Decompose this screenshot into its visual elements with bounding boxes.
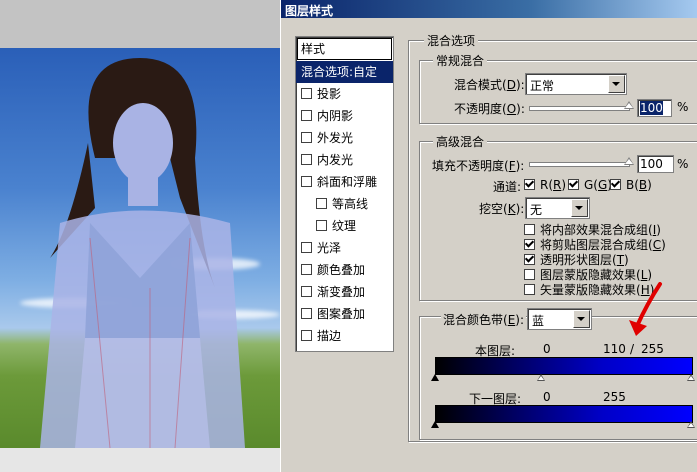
style-list-item-label: 内发光 (317, 153, 354, 167)
style-list-item[interactable]: 纹理 (296, 215, 393, 237)
general-blending-title: 常规混合 (433, 52, 488, 69)
style-list-item-label: 斜面和浮雕 (317, 175, 378, 189)
fill-opacity-input[interactable]: 100 (637, 155, 674, 173)
style-checkbox[interactable] (301, 264, 312, 275)
style-list-item-label: 纹理 (332, 219, 357, 233)
woman-figure (40, 58, 245, 448)
this-layer-low-value: 0 (543, 342, 551, 356)
style-checkbox[interactable] (316, 198, 327, 209)
style-list-item-label: 内阴影 (317, 109, 354, 123)
blend-if-channel-value: 蓝 (532, 314, 545, 328)
style-list-item[interactable]: 颜色叠加 (296, 259, 393, 281)
this-layer-separator: / (630, 342, 635, 356)
chevron-down-icon (608, 75, 625, 93)
style-checkbox[interactable] (301, 132, 312, 143)
underlying-layer-white-slider[interactable] (687, 421, 695, 428)
style-checkbox[interactable] (301, 154, 312, 165)
style-list: 样式 混合选项:自定投影内阴影外发光内发光斜面和浮雕等高线纹理光泽颜色叠加渐变叠… (295, 36, 394, 352)
style-list-item[interactable]: 混合选项:自定 (296, 61, 393, 83)
channel-checkbox[interactable]: R(R) (524, 178, 566, 192)
photo-canvas (0, 48, 280, 448)
style-list-item-label: 描边 (317, 329, 342, 343)
style-list-item-label: 图案叠加 (317, 307, 366, 321)
fill-opacity-unit: % (677, 157, 689, 171)
fill-opacity-slider-track[interactable] (529, 162, 630, 167)
style-list-item-label: 投影 (317, 87, 342, 101)
style-list-item[interactable]: 图案叠加 (296, 303, 393, 325)
this-layer-high-value-b: 255 (641, 342, 664, 356)
style-list-item-label: 渐变叠加 (317, 285, 366, 299)
knockout-label: 挖空(K): (479, 202, 525, 216)
style-list-item[interactable]: 投影 (296, 83, 393, 105)
style-checkbox[interactable] (301, 242, 312, 253)
style-list-item-label: 外发光 (317, 131, 354, 145)
style-list-item[interactable]: 外发光 (296, 127, 393, 149)
opacity-slider-track[interactable] (529, 106, 630, 111)
chevron-down-icon (571, 199, 588, 217)
opacity-unit: % (677, 100, 689, 114)
blend-mode-value: 正常 (530, 79, 555, 93)
blend-if-channel-select[interactable]: 蓝 (527, 308, 592, 330)
style-list-item[interactable]: 内发光 (296, 149, 393, 171)
style-checkbox[interactable] (301, 110, 312, 121)
underlying-layer-high-value: 255 (603, 390, 626, 404)
blend-mode-label: 混合模式(D): (454, 78, 525, 92)
opacity-input[interactable]: 100 (637, 99, 672, 117)
this-layer-gradient-bar (435, 357, 693, 375)
checkbox[interactable] (568, 179, 579, 190)
checkbox[interactable] (524, 269, 535, 280)
style-list-item[interactable]: 内阴影 (296, 105, 393, 127)
style-list-item[interactable]: 描边 (296, 325, 393, 347)
style-list-item[interactable]: 斜面和浮雕 (296, 171, 393, 193)
advanced-blending-title: 高级混合 (433, 133, 488, 150)
style-list-item[interactable]: 渐变叠加 (296, 281, 393, 303)
annotation-arrow-icon (629, 282, 662, 336)
chevron-down-icon (573, 310, 590, 328)
checkbox[interactable] (610, 179, 621, 190)
style-list-item-label: 颜色叠加 (317, 263, 366, 277)
style-checkbox[interactable] (301, 286, 312, 297)
checkbox[interactable] (524, 239, 535, 250)
style-checkbox[interactable] (316, 220, 327, 231)
knockout-value: 无 (530, 203, 543, 217)
checkbox[interactable] (524, 179, 535, 190)
checkbox[interactable] (524, 224, 535, 235)
this-layer-high-value-a: 110 (603, 342, 626, 356)
style-list-item-label: 等高线 (332, 197, 369, 211)
style-list-item[interactable]: 光泽 (296, 237, 393, 259)
style-checkbox[interactable] (301, 176, 312, 187)
checkbox[interactable] (524, 254, 535, 265)
fill-opacity-label: 填充不透明度(F): (432, 159, 525, 173)
opacity-label: 不透明度(O): (454, 102, 525, 116)
underlying-layer-black-slider[interactable] (431, 421, 439, 428)
style-list-item-label: 光泽 (317, 241, 342, 255)
style-list-item[interactable]: 等高线 (296, 193, 393, 215)
dialog-titlebar[interactable]: 图层样式 (281, 0, 697, 18)
style-checkbox[interactable] (301, 308, 312, 319)
style-list-header[interactable]: 样式 (297, 38, 392, 60)
channel-checkbox[interactable]: G(G) (568, 178, 612, 192)
status-strip (0, 448, 280, 472)
channel-checkbox[interactable]: B(B) (610, 178, 652, 192)
style-checkbox[interactable] (301, 330, 312, 341)
underlying-layer-low-value: 0 (543, 390, 551, 404)
blend-mode-select[interactable]: 正常 (525, 73, 627, 95)
style-list-item-label: 混合选项:自定 (301, 65, 378, 79)
checkbox[interactable] (524, 284, 535, 295)
this-layer-black-slider[interactable] (431, 374, 439, 381)
style-checkbox[interactable] (301, 88, 312, 99)
channels-label: 通道: (493, 180, 522, 194)
blend-if-label: 混合颜色带(E): (441, 311, 527, 328)
this-layer-white-slider-split-left[interactable] (537, 374, 545, 381)
fill-opacity-slider-handle[interactable] (624, 157, 634, 165)
underlying-layer-gradient-bar (435, 405, 693, 423)
opacity-slider-handle[interactable] (624, 101, 634, 109)
blend-options-title: 混合选项 (424, 32, 479, 49)
layer-style-dialog: 图层样式 样式 混合选项:自定投影内阴影外发光内发光斜面和浮雕等高线纹理光泽颜色… (280, 0, 697, 472)
dialog-title: 图层样式 (285, 4, 334, 18)
knockout-select[interactable]: 无 (525, 197, 590, 219)
this-layer-white-slider-split-right[interactable] (687, 374, 695, 381)
